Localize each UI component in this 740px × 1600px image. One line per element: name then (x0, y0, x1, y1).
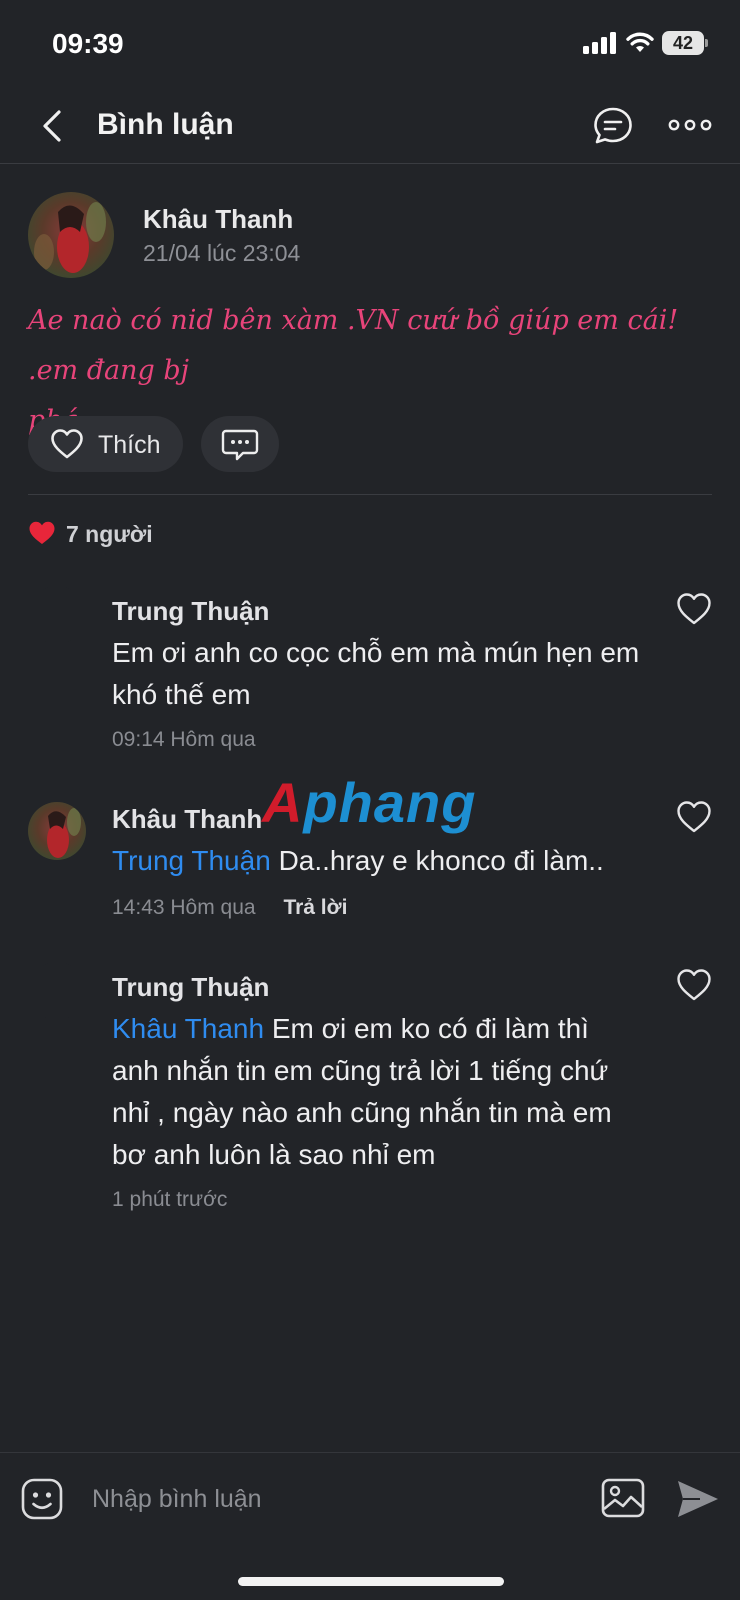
post-text-line: Ae naò có nid bên xàm .VN cưứ bồ giúp em… (28, 305, 679, 386)
status-bar: 09:39 42 (0, 0, 740, 90)
image-icon[interactable] (600, 1477, 646, 1519)
status-time: 09:39 (52, 28, 124, 59)
heart-outline-icon[interactable] (676, 800, 712, 834)
avatar[interactable] (28, 802, 86, 860)
comment-meta: 14:43 Hôm qua Trả lời (112, 896, 347, 920)
emoji-icon[interactable] (20, 1477, 64, 1521)
mention-link[interactable]: Trung Thuận (112, 845, 271, 876)
comment-input[interactable] (92, 1479, 562, 1519)
battery-level: 42 (662, 31, 704, 55)
comment-text-line: nhỉ , ngày nào anh cũng nhắn tin mà em (112, 1097, 612, 1128)
post-timestamp: 21/04 lúc 23:04 (143, 240, 301, 266)
comment-body: Em ơi anh co cọc chỗ em mà mún hẹn em kh… (112, 632, 682, 716)
reply-button[interactable]: Trả lời (283, 896, 347, 919)
comment-timestamp: 14:43 Hôm qua (112, 896, 256, 919)
comment-timestamp: 09:14 Hôm qua (112, 728, 256, 751)
comment-text-line: anh nhắn tin em cũng trả lời 1 tiếng chứ (112, 1055, 609, 1086)
cellular-signal-icon (583, 32, 616, 54)
home-indicator (238, 1577, 504, 1586)
mention-link[interactable]: Khâu Thanh (112, 1013, 264, 1044)
comment-text-line: bơ anh luôn là sao nhỉ em (112, 1139, 436, 1170)
watermark-logo: Aphang (262, 771, 477, 834)
comment-text-line: Em ơi anh co cọc chỗ em mà mún hẹn em (112, 637, 640, 668)
like-label: Thích (98, 431, 161, 459)
divider (28, 494, 712, 495)
comment-text-line: Em ơi em ko có đi làm thì (271, 1013, 589, 1044)
more-dots-icon[interactable] (668, 110, 712, 140)
avatar[interactable] (28, 586, 86, 644)
like-button[interactable]: Thích (28, 416, 183, 472)
comment-icon (221, 429, 259, 461)
comment-body: Trung Thuận Da..hray e khonco đi làm.. (112, 840, 682, 882)
post-author[interactable]: Khâu Thanh (143, 204, 293, 235)
comment-author[interactable]: Trung Thuận (112, 596, 269, 627)
chat-bubble-icon[interactable] (592, 106, 634, 146)
avatar[interactable] (28, 192, 114, 278)
heart-outline-icon (51, 429, 83, 459)
comment-composer (0, 1452, 740, 1600)
comment-body: Khâu Thanh Em ơi em ko có đi làm thì anh… (112, 1008, 682, 1176)
comment-text: Da..hray e khonco đi làm.. (278, 845, 604, 876)
comment-text-line: khó thế em (112, 679, 251, 710)
nav-bar: Bình luận (0, 90, 740, 164)
back-chevron-icon[interactable] (34, 106, 74, 146)
avatar[interactable] (28, 962, 86, 1020)
heart-outline-icon[interactable] (676, 968, 712, 1002)
heart-filled-icon (29, 521, 55, 544)
comment-author[interactable]: Trung Thuận (112, 972, 269, 1003)
heart-outline-icon[interactable] (676, 592, 712, 626)
wifi-icon (626, 32, 654, 52)
likes-count: 7 người (66, 521, 153, 547)
comment-button[interactable] (201, 416, 279, 472)
battery-icon: 42 (662, 31, 708, 55)
comment-timestamp: 1 phút trước (112, 1188, 228, 1211)
comment-author[interactable]: Khâu Thanh (112, 804, 262, 835)
send-icon[interactable] (676, 1479, 720, 1519)
page-title: Bình luận (97, 108, 234, 141)
